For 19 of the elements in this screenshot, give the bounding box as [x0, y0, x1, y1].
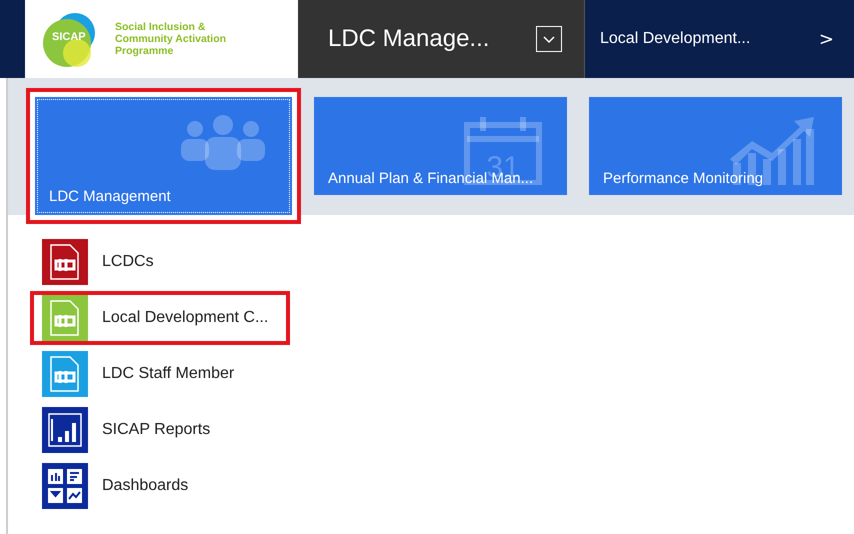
- chevron-right-icon[interactable]: >: [818, 28, 834, 50]
- nav-item[interactable]: Dashboards: [30, 459, 290, 513]
- item-label[interactable]: LDC Staff Member: [102, 365, 234, 383]
- nav-item[interactable]: SICAP Reports: [30, 403, 290, 457]
- logo-name: Social Inclusion & Community Activation Programme: [115, 21, 226, 57]
- item-label[interactable]: Local Development C...: [102, 309, 268, 327]
- dropdown-button[interactable]: [536, 26, 562, 52]
- nav-item[interactable]: LCDCs: [30, 235, 290, 289]
- chevron-down-icon: [542, 34, 556, 44]
- logo-badge-text: SICAP: [52, 31, 86, 43]
- people-icon: [178, 115, 268, 170]
- breadcrumb-link[interactable]: Local Development...: [600, 30, 750, 48]
- nav-item[interactable]: LDC Staff Member: [30, 347, 290, 401]
- item-label[interactable]: SICAP Reports: [102, 421, 210, 439]
- highlight-frame[interactable]: Local Development C...: [30, 291, 290, 345]
- item-label[interactable]: LCDCs: [102, 253, 154, 271]
- nav-tile[interactable]: LDC Management: [35, 97, 292, 215]
- nav-tile[interactable]: Performance Monitoring: [589, 97, 842, 195]
- item-label[interactable]: Dashboards: [102, 477, 188, 495]
